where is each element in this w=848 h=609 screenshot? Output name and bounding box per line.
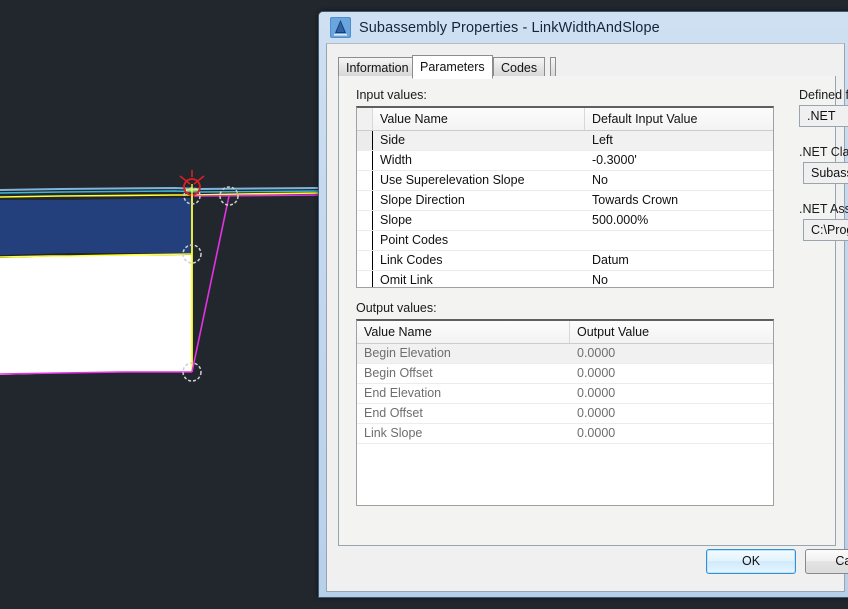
table-row[interactable]: Point Codes bbox=[357, 231, 773, 251]
table-row[interactable]: Side Left bbox=[357, 131, 773, 151]
cell-value-name: Link Slope bbox=[357, 424, 570, 443]
table-row[interactable]: Slope 500.000% bbox=[357, 211, 773, 231]
cell-value-name: Omit Link bbox=[373, 271, 585, 288]
table-row[interactable]: Omit Link No bbox=[357, 271, 773, 288]
cell-default-input-value[interactable]: Towards Crown bbox=[585, 191, 773, 210]
cell-value-name: Begin Offset bbox=[357, 364, 570, 383]
defined-from-field[interactable]: .NET bbox=[799, 105, 848, 127]
screen: Subassembly Properties - LinkWidthAndSlo… bbox=[0, 0, 848, 609]
cell-output-value: 0.0000 bbox=[570, 344, 773, 363]
row-selector[interactable] bbox=[357, 271, 373, 288]
dialog-title: Subassembly Properties - LinkWidthAndSlo… bbox=[359, 20, 660, 36]
tabpage-parameters: Input values: Value Name Default Input V… bbox=[338, 76, 836, 546]
row-selector[interactable] bbox=[357, 131, 373, 150]
cell-value-name: Use Superelevation Slope bbox=[373, 171, 585, 190]
table-row[interactable]: Link Codes Datum bbox=[357, 251, 773, 271]
row-selector[interactable] bbox=[357, 211, 373, 230]
table-row[interactable]: Link Slope 0.0000 bbox=[357, 424, 773, 444]
cell-value-name: Point Codes bbox=[373, 231, 585, 250]
link-line-magenta-top bbox=[194, 195, 320, 196]
table-row[interactable]: End Offset 0.0000 bbox=[357, 404, 773, 424]
cell-value-name: End Elevation bbox=[357, 384, 570, 403]
autocad-civil3d-icon bbox=[330, 17, 351, 38]
input-values-grid[interactable]: Value Name Default Input Value Side Left… bbox=[356, 106, 774, 288]
cell-output-value: 0.0000 bbox=[570, 424, 773, 443]
row-selector[interactable] bbox=[357, 251, 373, 270]
table-row[interactable]: Width -0.3000' bbox=[357, 151, 773, 171]
tabstrip: Information Parameters Codes bbox=[338, 55, 836, 77]
cell-default-input-value[interactable]: 500.000% bbox=[585, 211, 773, 230]
cell-value-name: Slope bbox=[373, 211, 585, 230]
cell-value-name: Link Codes bbox=[373, 251, 585, 270]
cell-default-input-value[interactable]: -0.3000' bbox=[585, 151, 773, 170]
net-assembly-field[interactable]: C:\Progr bbox=[803, 219, 848, 241]
tab-parameters[interactable]: Parameters bbox=[412, 55, 493, 79]
cell-value-name: Slope Direction bbox=[373, 191, 585, 210]
row-selector[interactable] bbox=[357, 191, 373, 210]
cell-output-value: 0.0000 bbox=[570, 384, 773, 403]
output-values-label: Output values: bbox=[356, 301, 437, 315]
output-grid-col-value-name[interactable]: Value Name bbox=[357, 321, 570, 343]
cell-output-value: 0.0000 bbox=[570, 364, 773, 383]
cell-default-input-value[interactable]: No bbox=[585, 271, 773, 288]
output-grid-col-output-value[interactable]: Output Value bbox=[570, 321, 773, 343]
net-class-field[interactable]: Subasse bbox=[803, 162, 848, 184]
row-selector[interactable] bbox=[357, 171, 373, 190]
tab-codes[interactable]: Codes bbox=[493, 57, 545, 78]
cell-default-input-value[interactable]: No bbox=[585, 171, 773, 190]
defined-from-label: Defined f bbox=[799, 88, 848, 102]
table-row[interactable]: Begin Offset 0.0000 bbox=[357, 364, 773, 384]
dialog-titlebar[interactable]: Subassembly Properties - LinkWidthAndSlo… bbox=[326, 12, 844, 43]
output-grid-header: Value Name Output Value bbox=[357, 321, 773, 344]
input-values-label: Input values: bbox=[356, 88, 427, 102]
row-selector[interactable] bbox=[357, 151, 373, 170]
pavement-fill-lower bbox=[0, 255, 192, 375]
cell-value-name: Side bbox=[373, 131, 585, 150]
cell-default-input-value[interactable] bbox=[585, 231, 773, 250]
net-assembly-label: .NET Ass bbox=[799, 202, 848, 216]
table-row[interactable]: Use Superelevation Slope No bbox=[357, 171, 773, 191]
input-grid-selector-header bbox=[357, 108, 373, 130]
table-row[interactable]: Slope Direction Towards Crown bbox=[357, 191, 773, 211]
net-class-label: .NET Clas bbox=[799, 145, 848, 159]
input-grid-col-value-name[interactable]: Value Name bbox=[373, 108, 585, 130]
cell-value-name: Width bbox=[373, 151, 585, 170]
cell-value-name: Begin Elevation bbox=[357, 344, 570, 363]
tab-spacer bbox=[550, 57, 556, 78]
table-row[interactable]: End Elevation 0.0000 bbox=[357, 384, 773, 404]
cell-output-value: 0.0000 bbox=[570, 404, 773, 423]
cell-default-input-value[interactable]: Datum bbox=[585, 251, 773, 270]
input-grid-header: Value Name Default Input Value bbox=[357, 108, 773, 131]
dialog-frame: Subassembly Properties - LinkWidthAndSlo… bbox=[319, 12, 848, 597]
pavement-fill-upper bbox=[0, 198, 192, 255]
table-row[interactable]: Begin Elevation 0.0000 bbox=[357, 344, 773, 364]
cell-default-input-value[interactable]: Left bbox=[585, 131, 773, 150]
output-values-grid[interactable]: Value Name Output Value Begin Elevation … bbox=[356, 319, 774, 506]
input-grid-col-default-input-value[interactable]: Default Input Value bbox=[585, 108, 773, 130]
subassembly-properties-dialog[interactable]: Subassembly Properties - LinkWidthAndSlo… bbox=[318, 11, 848, 598]
cancel-button[interactable]: Canc bbox=[805, 549, 848, 574]
row-selector[interactable] bbox=[357, 231, 373, 250]
tab-information[interactable]: Information bbox=[338, 57, 417, 78]
dialog-client-area: Information Parameters Codes Input value… bbox=[326, 43, 845, 592]
cell-value-name: End Offset bbox=[357, 404, 570, 423]
ok-button[interactable]: OK bbox=[706, 549, 796, 574]
